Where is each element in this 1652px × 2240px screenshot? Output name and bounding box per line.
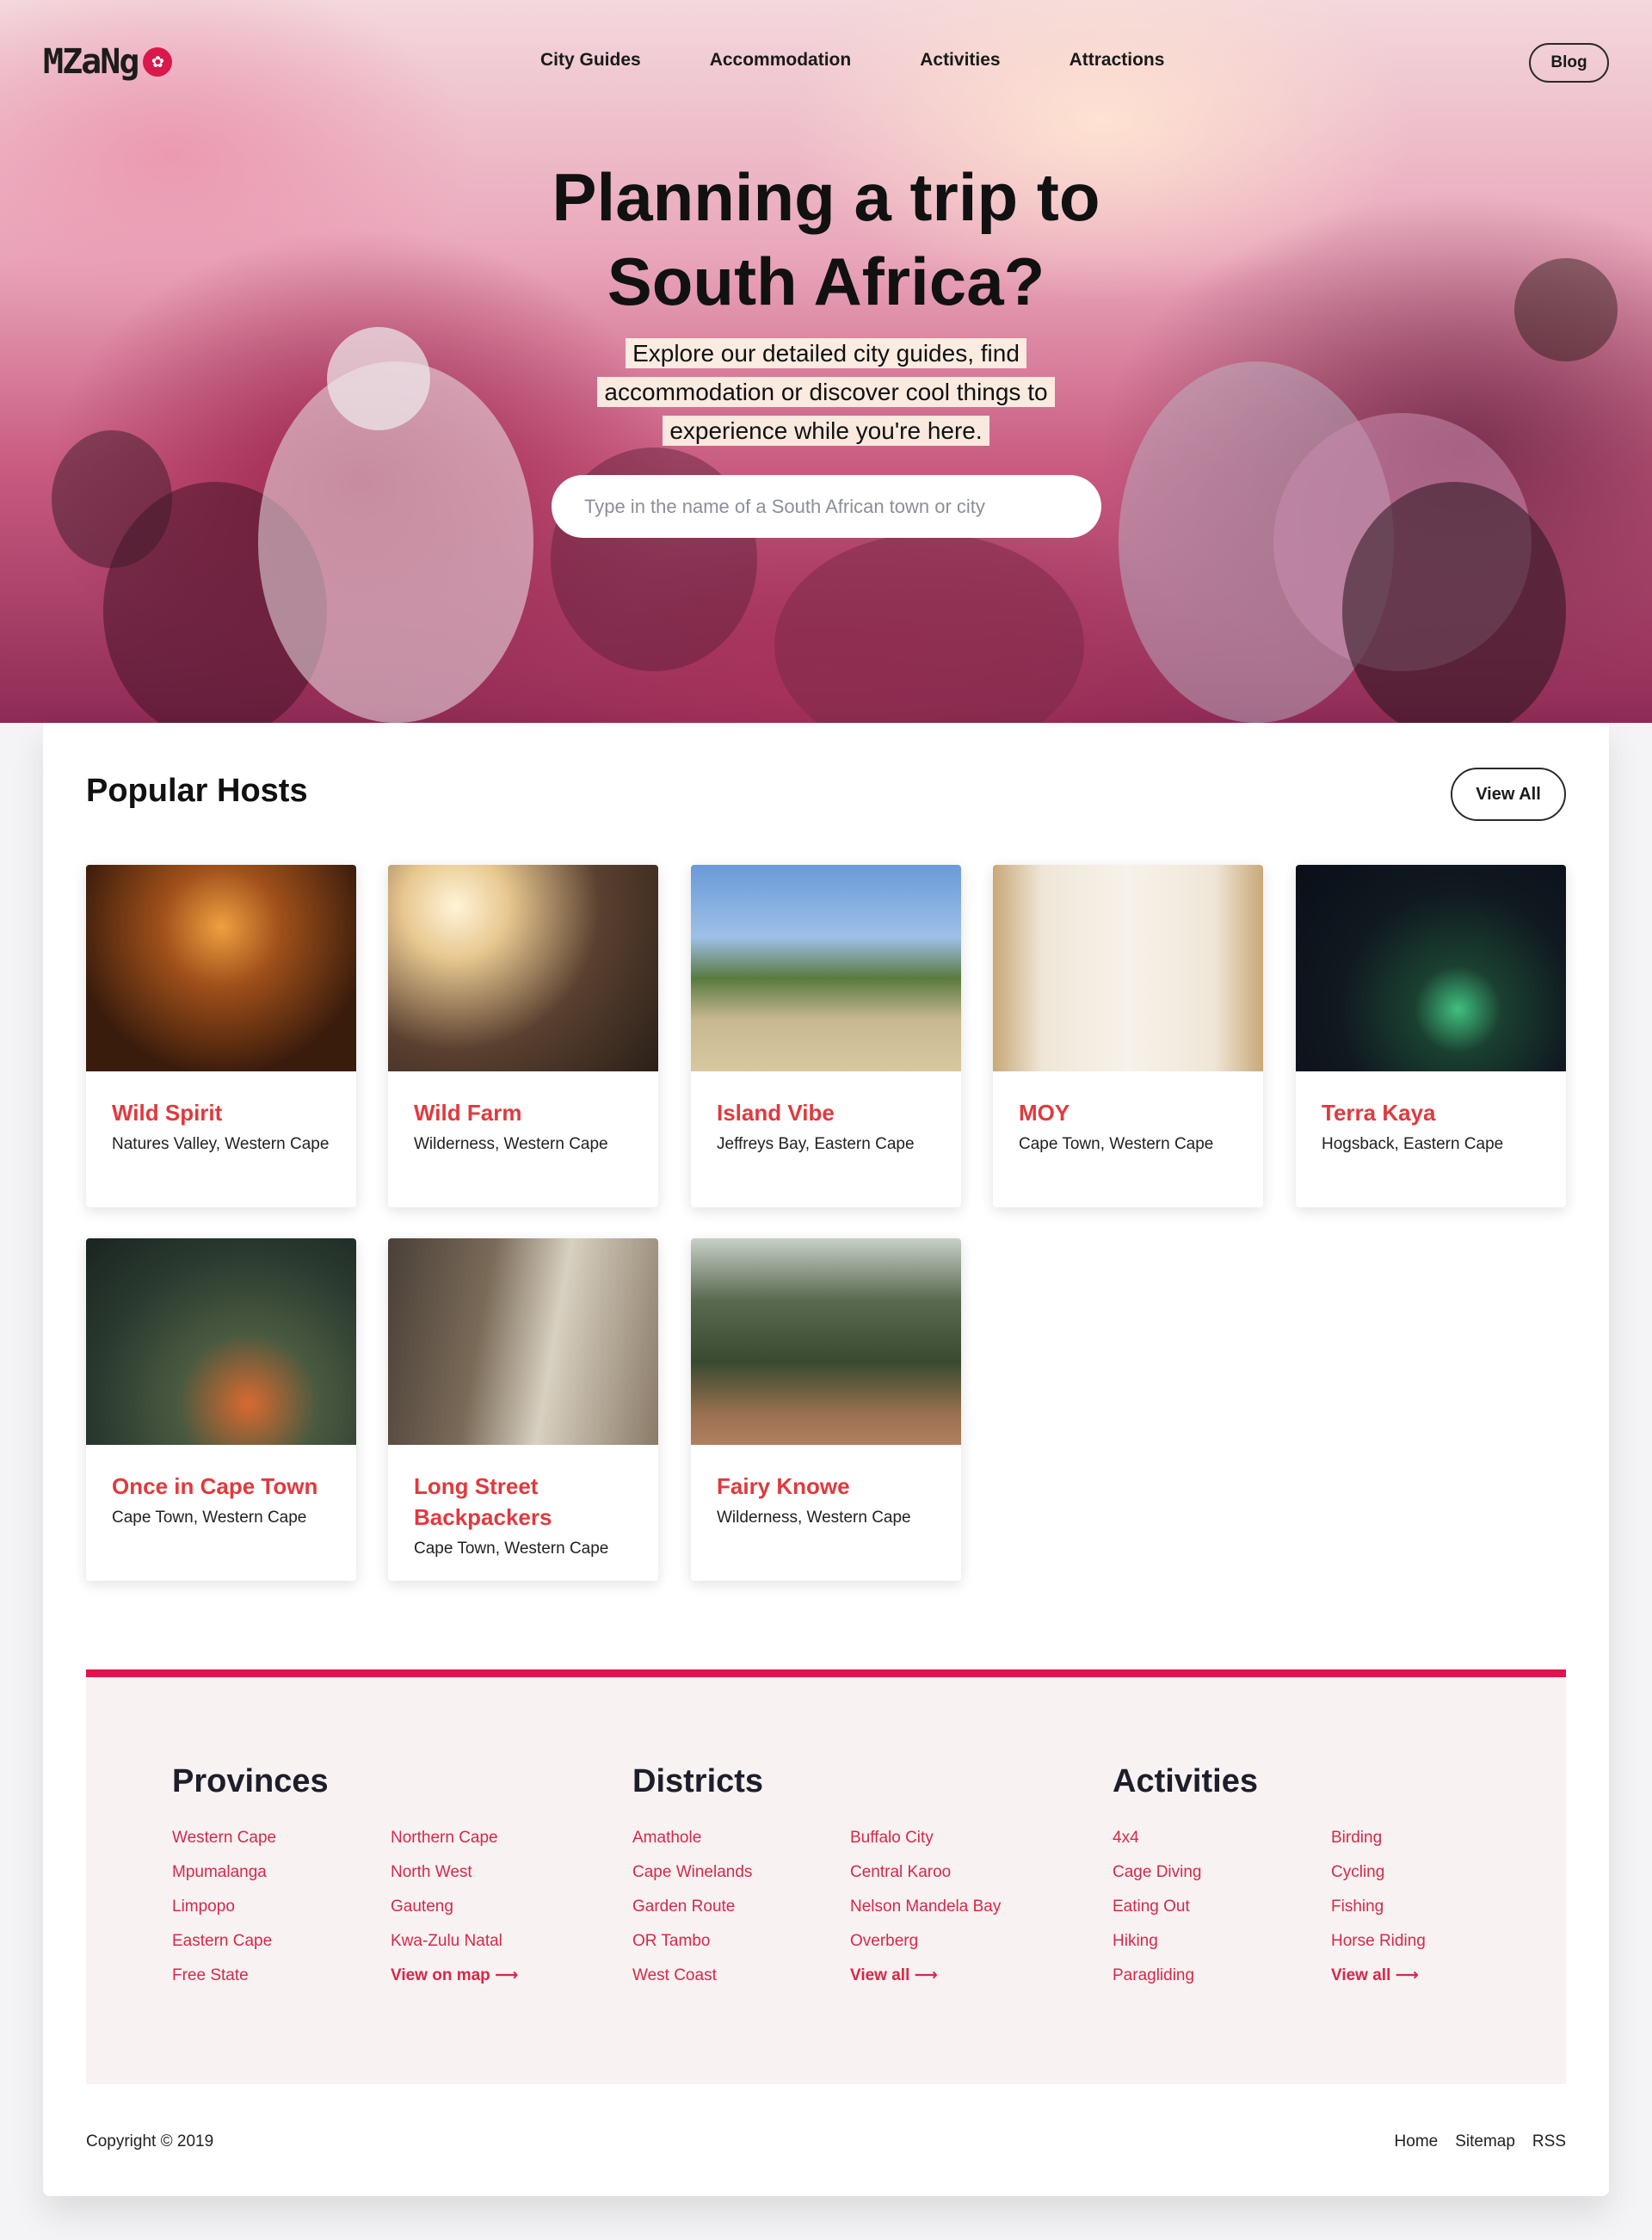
host-location: Wilderness, Western Cape: [717, 1509, 911, 1527]
hero-banner: MZaNg ✿ City Guides Accommodation Activi…: [0, 0, 1652, 723]
host-name: Wild Farm: [414, 1100, 522, 1126]
host-card-fairy-knowe[interactable]: Fairy Knowe Wilderness, Western Cape: [691, 1238, 961, 1581]
logo-runner-icon: ✿: [143, 47, 173, 77]
district-link[interactable]: Cape Winelands: [632, 1855, 752, 1890]
host-name: Once in Cape Town: [112, 1473, 318, 1499]
nav-accommodation[interactable]: Accommodation: [710, 50, 852, 71]
host-card-island-vibe[interactable]: Island Vibe Jeffreys Bay, Eastern Cape: [691, 865, 961, 1207]
footer-directory: Provinces Western Cape Mpumalanga Limpop…: [86, 1669, 1566, 2084]
view-provinces-map-link[interactable]: View on map ⟶: [391, 1959, 518, 1993]
district-link[interactable]: West Coast: [632, 1959, 752, 1993]
blog-button[interactable]: Blog: [1529, 43, 1609, 83]
host-name: MOY: [1019, 1100, 1070, 1126]
logo-wordmark: MZaNg: [43, 42, 139, 82]
province-link[interactable]: Mpumalanga: [172, 1855, 276, 1890]
city-search-input[interactable]: [552, 475, 1101, 538]
host-photo: [388, 1238, 658, 1445]
province-link[interactable]: Limpopo: [172, 1890, 276, 1924]
activity-link[interactable]: Horse Riding: [1331, 1924, 1426, 1959]
host-card-wild-farm[interactable]: Wild Farm Wilderness, Western Cape: [388, 865, 658, 1207]
activity-link[interactable]: 4x4: [1113, 1821, 1202, 1855]
district-link[interactable]: Garden Route: [632, 1890, 752, 1924]
host-location: Hogsback, Eastern Cape: [1322, 1135, 1504, 1153]
footer-rss-link[interactable]: RSS: [1532, 2132, 1566, 2151]
host-card-moy[interactable]: MOY Cape Town, Western Cape: [993, 865, 1263, 1207]
host-location: Natures Valley, Western Cape: [112, 1135, 330, 1153]
province-link[interactable]: North West: [391, 1855, 518, 1890]
top-navigation: MZaNg ✿ City Guides Accommodation Activi…: [0, 0, 1652, 120]
host-name: Long Street Backpackers: [414, 1473, 552, 1530]
provinces-title: Provinces: [172, 1763, 329, 1799]
footer-home-link[interactable]: Home: [1395, 2132, 1439, 2151]
district-link[interactable]: Overberg: [850, 1924, 1001, 1959]
district-link[interactable]: Central Karoo: [850, 1855, 1001, 1890]
hero-subtitle-text: Explore our detailed city guides, find a…: [597, 338, 1055, 446]
activities-section: Activities 4x4 Cage Diving Eating Out Hi…: [1113, 1763, 1426, 1984]
provinces-section: Provinces Western Cape Mpumalanga Limpop…: [172, 1763, 518, 1984]
nav-attractions[interactable]: Attractions: [1069, 50, 1165, 71]
host-location: Cape Town, Western Cape: [112, 1509, 307, 1527]
host-photo: [86, 865, 356, 1071]
activity-link[interactable]: Hiking: [1113, 1924, 1202, 1959]
nav-activities[interactable]: Activities: [920, 50, 1000, 71]
host-photo: [691, 1238, 961, 1445]
activity-link[interactable]: Fishing: [1331, 1890, 1426, 1924]
host-photo: [691, 865, 961, 1071]
nav-city-guides[interactable]: City Guides: [540, 50, 641, 71]
host-location: Wilderness, Western Cape: [414, 1135, 608, 1153]
province-link[interactable]: Northern Cape: [391, 1821, 518, 1855]
district-link[interactable]: OR Tambo: [632, 1924, 752, 1959]
host-photo: [1296, 865, 1566, 1071]
host-name: Fairy Knowe: [717, 1473, 850, 1499]
hero-title-line1: Planning a trip to: [552, 159, 1100, 235]
view-all-districts-link[interactable]: View all ⟶: [850, 1959, 1001, 1993]
host-card-wild-spirit[interactable]: Wild Spirit Natures Valley, Western Cape: [86, 865, 356, 1207]
host-card-terra-kaya[interactable]: Terra Kaya Hogsback, Eastern Cape: [1296, 865, 1566, 1207]
copyright-text: Copyright © 2019: [86, 2132, 214, 2151]
district-link[interactable]: Nelson Mandela Bay: [850, 1890, 1001, 1924]
host-card-long-street-backpackers[interactable]: Long Street Backpackers Cape Town, Weste…: [388, 1238, 658, 1581]
activity-link[interactable]: Cage Diving: [1113, 1855, 1202, 1890]
province-link[interactable]: Kwa-Zulu Natal: [391, 1924, 518, 1959]
view-all-activities-link[interactable]: View all ⟶: [1331, 1959, 1426, 1993]
activity-link[interactable]: Cycling: [1331, 1855, 1426, 1890]
view-all-hosts-button[interactable]: View All: [1451, 768, 1566, 821]
province-link[interactable]: Gauteng: [391, 1890, 518, 1924]
host-photo: [86, 1238, 356, 1445]
activities-title: Activities: [1113, 1763, 1258, 1799]
hero-title-line2: South Africa?: [607, 244, 1045, 319]
host-photo: [993, 865, 1263, 1071]
footer-sitemap-link[interactable]: Sitemap: [1455, 2132, 1515, 2151]
activity-link[interactable]: Eating Out: [1113, 1890, 1202, 1924]
host-name: Island Vibe: [717, 1100, 835, 1126]
host-card-once-in-cape-town[interactable]: Once in Cape Town Cape Town, Western Cap…: [86, 1238, 356, 1581]
districts-section: Districts Amathole Cape Winelands Garden…: [632, 1763, 1001, 1984]
host-name: Terra Kaya: [1322, 1100, 1436, 1126]
host-location: Jeffreys Bay, Eastern Cape: [717, 1135, 915, 1153]
main-content-card: Popular Hosts View All Wild Spirit Natur…: [43, 723, 1609, 2196]
districts-title: Districts: [632, 1763, 764, 1799]
province-link[interactable]: Eastern Cape: [172, 1924, 276, 1959]
district-link[interactable]: Amathole: [632, 1821, 752, 1855]
nav-links: City Guides Accommodation Activities Att…: [540, 50, 1233, 71]
province-link[interactable]: Western Cape: [172, 1821, 276, 1855]
host-name: Wild Spirit: [112, 1100, 223, 1126]
activity-link[interactable]: Birding: [1331, 1821, 1426, 1855]
hero-title: Planning a trip to South Africa?: [482, 155, 1170, 324]
site-logo[interactable]: MZaNg ✿: [43, 42, 173, 82]
popular-hosts-title: Popular Hosts: [86, 773, 308, 809]
host-location: Cape Town, Western Cape: [414, 1540, 609, 1558]
footer-bottom-links: Home Sitemap RSS: [1395, 2132, 1566, 2151]
province-link[interactable]: Free State: [172, 1959, 276, 1993]
hero-subtitle: Explore our detailed city guides, find a…: [568, 334, 1084, 450]
district-link[interactable]: Buffalo City: [850, 1821, 1001, 1855]
host-photo: [388, 865, 658, 1071]
activity-link[interactable]: Paragliding: [1113, 1959, 1202, 1993]
host-location: Cape Town, Western Cape: [1019, 1135, 1214, 1153]
